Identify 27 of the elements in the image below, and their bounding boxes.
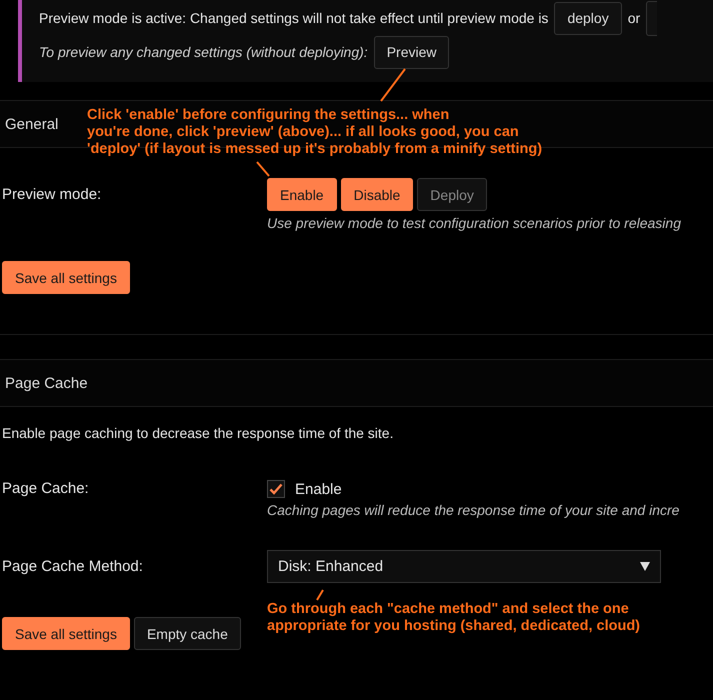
leader-line [316, 589, 324, 601]
preview-button[interactable]: Preview [374, 36, 450, 68]
checkbox[interactable] [267, 480, 285, 498]
notice-message: Preview mode is active: Changed settings will not take effect until preview mode is [39, 10, 548, 26]
annotation-text: Click 'enable' before configuring the settings... when you're done, click 'preview' (above)... if all looks good, you can 'deploy' (if layout is messed up it's probably from a minify setting) [87, 107, 542, 158]
section-title: Page Cache [5, 374, 88, 392]
leader-line [380, 68, 406, 102]
secondary-button[interactable]: Empty cache [134, 617, 241, 650]
field-description: Caching pages will reduce the response time of your site and incre [267, 502, 680, 518]
section-title: General [5, 116, 58, 132]
action-button[interactable]: Disable [340, 178, 414, 211]
field-label: Page Cache Method: [1, 557, 144, 575]
deploy-button[interactable]: deploy [554, 2, 622, 34]
leader-line [256, 161, 270, 177]
action-button[interactable]: Enable [267, 178, 337, 211]
preview-hint: To preview any changed settings (without deploying): [39, 44, 368, 60]
method-dropdown[interactable]: Disk: Enhanced [267, 550, 661, 583]
annotation-text: Go through each "cache method" and select the one appropriate for you hosting (shared, dedicated, cloud) [267, 601, 640, 635]
section-intro: Enable page caching to decrease the response time of the site. [1, 425, 394, 441]
or-text: or [628, 10, 640, 26]
field-label: Preview mode: [1, 185, 102, 203]
action-button[interactable]: Save all settings [2, 617, 130, 650]
field-description: Use preview mode to test configuration scenarios prior to releasing [267, 215, 682, 231]
checkbox-label: Enable [295, 480, 342, 498]
action-button[interactable]: Save all settings [2, 261, 130, 294]
field-label: Page Cache: [1, 479, 90, 497]
dropdown-arrow-icon [640, 562, 650, 571]
